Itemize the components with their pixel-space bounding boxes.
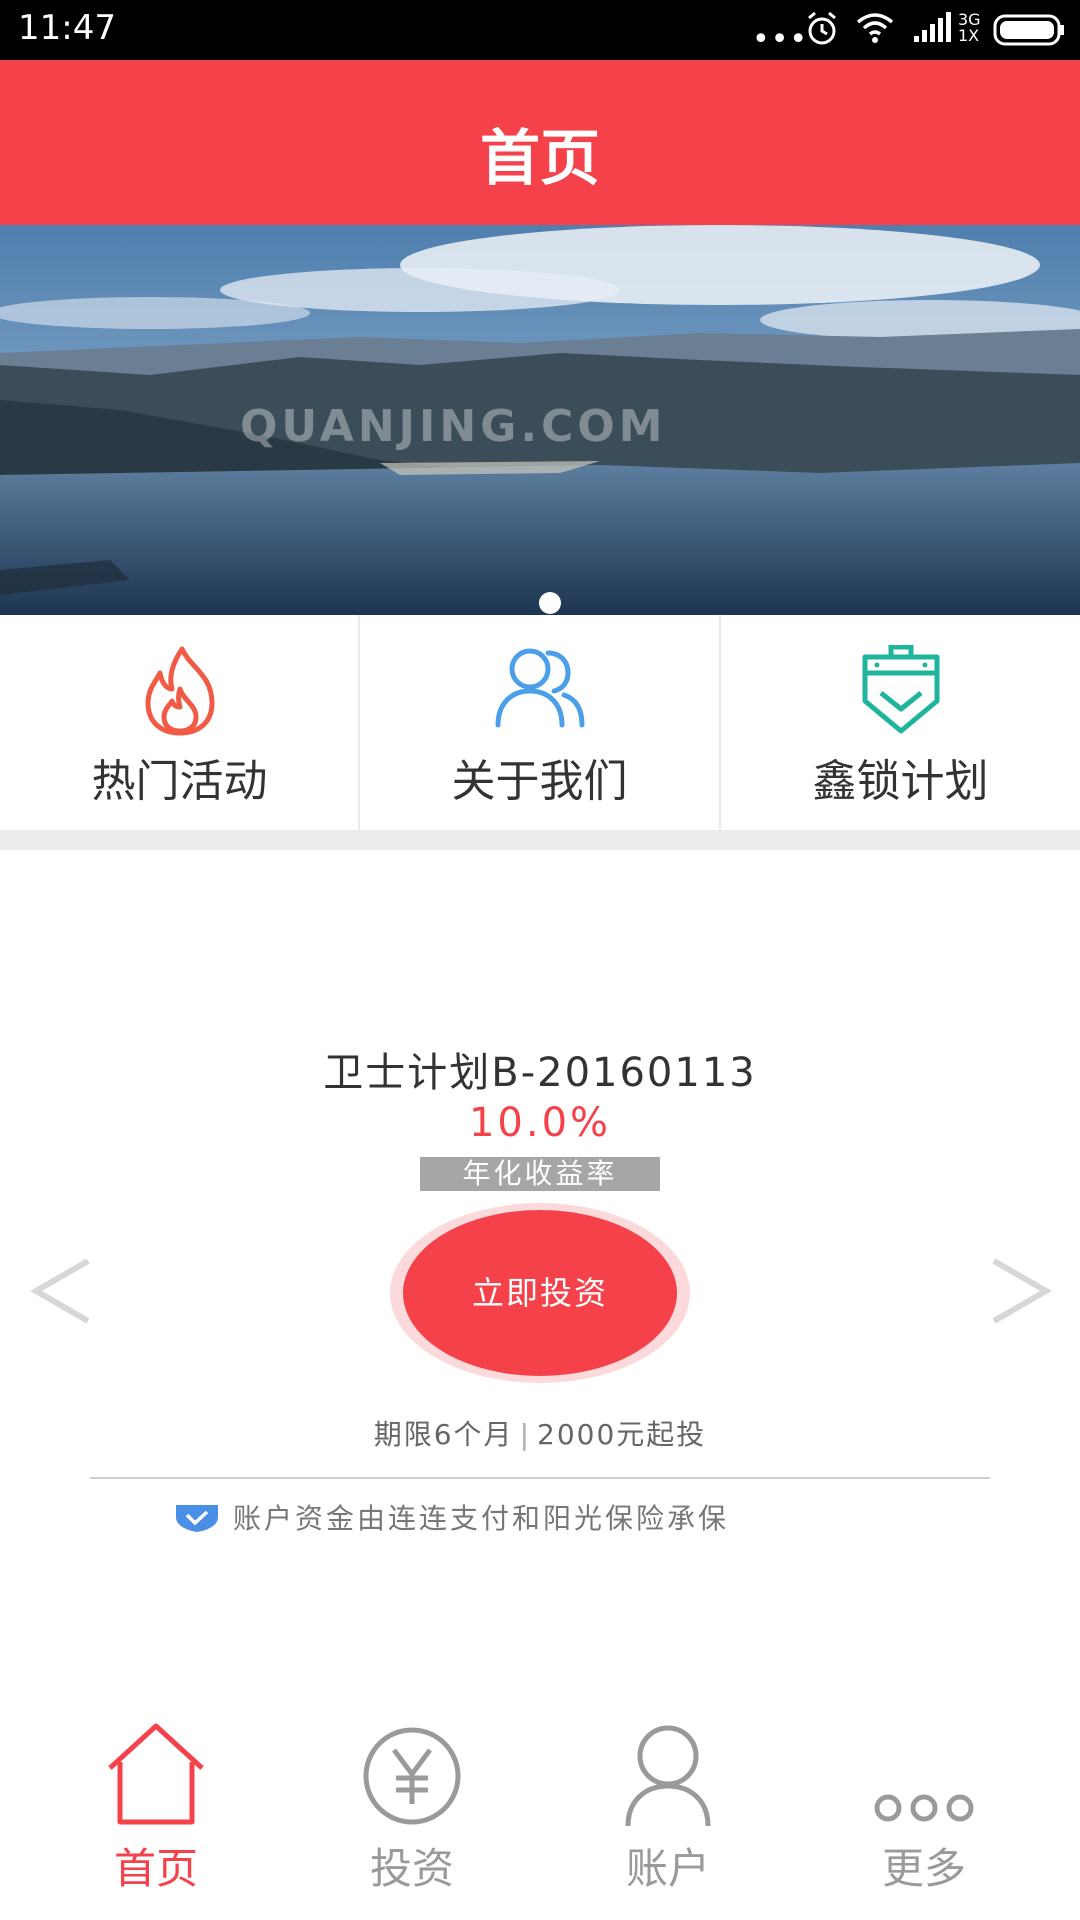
security-note-text: 账户资金由连连支付和阳光保险承保 xyxy=(233,1502,730,1535)
tab-more-label: 更多 xyxy=(881,1844,966,1893)
tab-invest-label: 投资 xyxy=(369,1844,454,1893)
shield-lock-icon xyxy=(862,645,939,734)
annual-rate-label: 年化收益率 xyxy=(420,1157,660,1191)
quick-menu: 热门活动 关于我们 鑫锁计划 xyxy=(0,615,1080,830)
network-type: 3G 1X xyxy=(958,12,981,44)
divider-line xyxy=(90,1477,990,1479)
term-text: 期限6个月 xyxy=(373,1418,514,1451)
prev-product-arrow-icon[interactable] xyxy=(28,1255,94,1327)
alarm-icon xyxy=(808,11,836,45)
flame-icon xyxy=(145,646,214,736)
quick-menu-label-about-us: 关于我们 xyxy=(451,756,628,807)
next-product-arrow-icon[interactable] xyxy=(988,1255,1054,1327)
person-icon xyxy=(625,1725,711,1827)
quick-menu-hot-activities[interactable]: 热门活动 xyxy=(0,615,359,830)
signal-icon xyxy=(914,12,951,42)
quick-menu-label-hot-activities: 热门活动 xyxy=(91,756,268,807)
tab-home[interactable]: 首页 xyxy=(21,1705,291,1920)
wifi-icon xyxy=(856,13,894,43)
status-time: 11:47 xyxy=(18,8,116,48)
quick-menu-label-lock-plan: 鑫锁计划 xyxy=(812,756,989,807)
title-bar: 首页 xyxy=(0,60,1080,225)
battery-icon xyxy=(993,14,1064,46)
tab-more[interactable]: 更多 xyxy=(789,1705,1059,1920)
product-name: 卫士计划B-20160113 xyxy=(323,1050,757,1096)
terms-separator: | xyxy=(519,1418,531,1451)
annual-rate: 10.0% xyxy=(468,1100,612,1146)
tab-home-label: 首页 xyxy=(113,1844,198,1893)
banner-watermark: QUANJING.COM xyxy=(240,401,667,452)
quick-menu-lock-plan[interactable]: 鑫锁计划 xyxy=(721,615,1080,830)
network-sub-label: 1X xyxy=(958,26,980,45)
home-icon xyxy=(108,1723,204,1825)
more-dots-icon xyxy=(874,1794,974,1822)
quick-menu-about-us[interactable]: 关于我们 xyxy=(360,615,719,830)
min-invest-text: 2000元起投 xyxy=(537,1418,707,1451)
tab-account[interactable]: 账户 xyxy=(533,1705,803,1920)
users-icon xyxy=(495,648,584,728)
carousel-indicator-dot[interactable] xyxy=(539,592,561,614)
bottom-navigation: 首页 投资 账户 更多 xyxy=(0,1705,1080,1920)
shield-check-icon xyxy=(176,1505,218,1532)
product-terms: 期限6个月 | 2000元起投 xyxy=(0,1413,1080,1453)
invest-now-button[interactable]: 立即投资 xyxy=(403,1210,677,1376)
tab-invest[interactable]: 投资 xyxy=(277,1705,547,1920)
section-separator xyxy=(0,830,1080,850)
page-title: 首页 xyxy=(480,124,600,194)
banner-carousel[interactable]: QUANJING.COM xyxy=(0,225,1080,615)
notification-dots-icon: ••• xyxy=(752,22,809,57)
tab-account-label: 账户 xyxy=(625,1844,710,1893)
status-bar: 11:47 ••• 3G 1X xyxy=(0,0,1080,60)
yen-coin-icon xyxy=(363,1727,461,1825)
